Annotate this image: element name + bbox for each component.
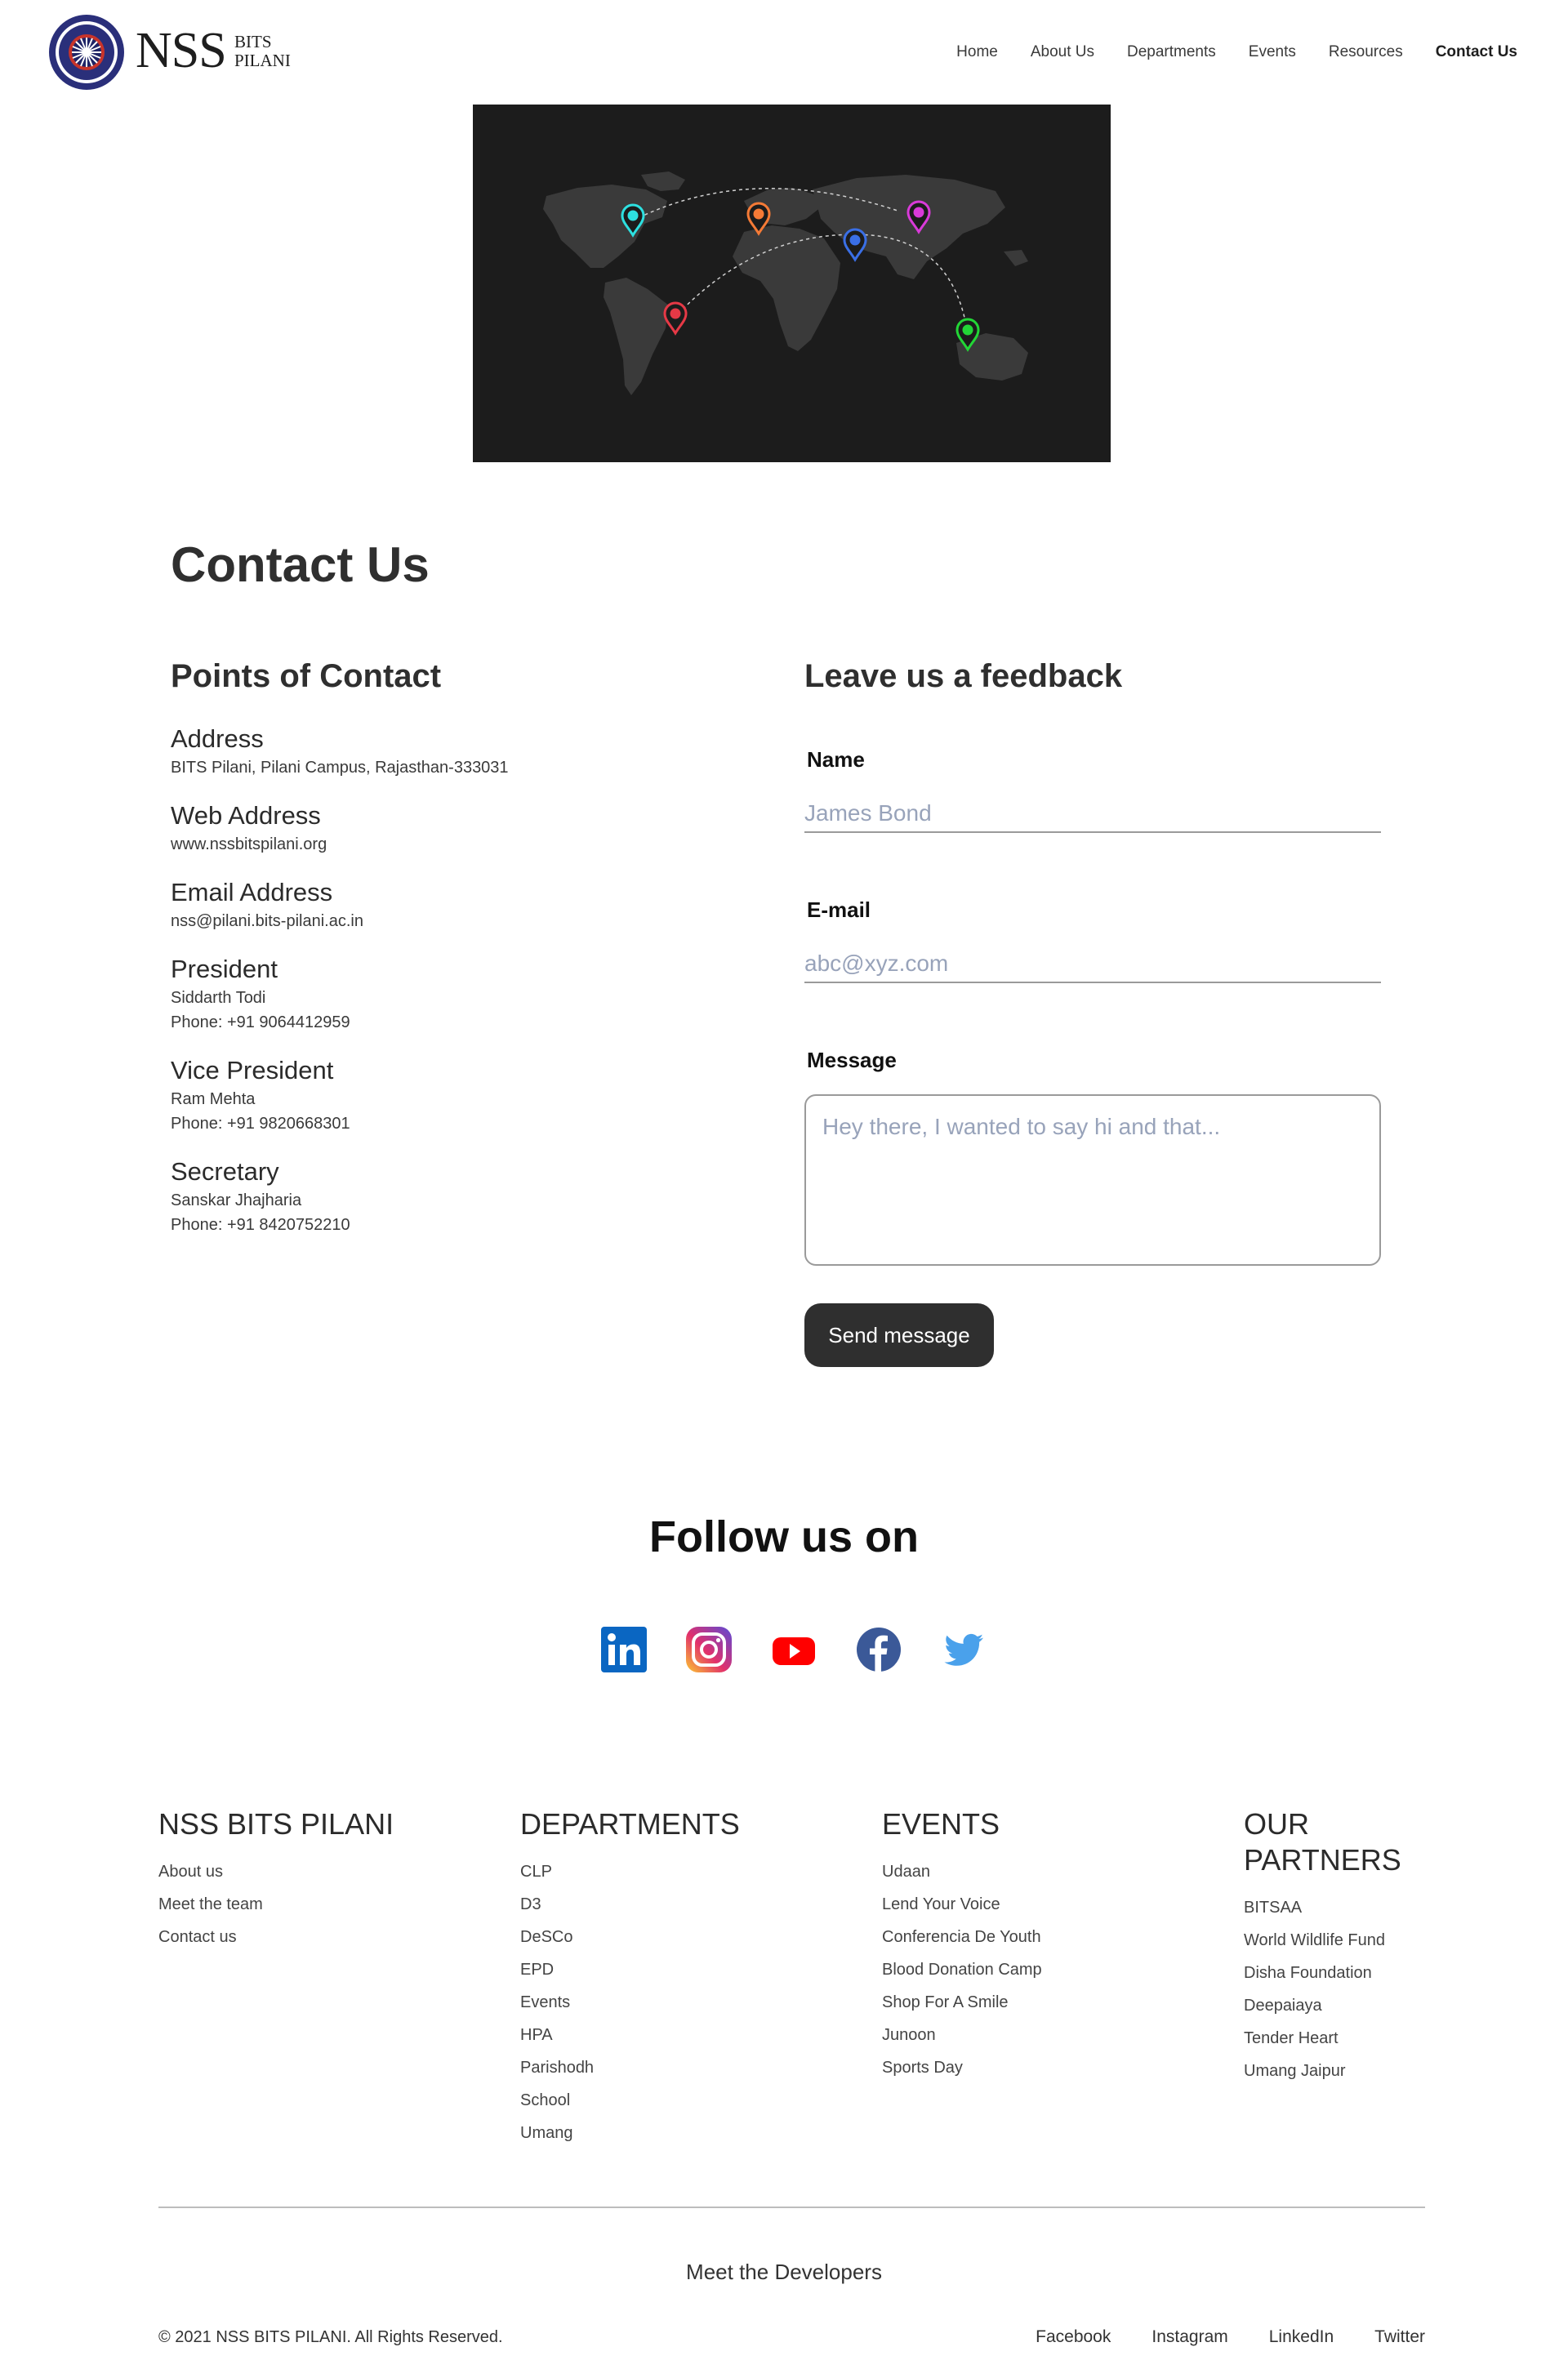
footer-column-title: OUR PARTNERS [1244,1807,1401,1877]
youtube-icon[interactable] [769,1625,818,1674]
poc-email-address: Email Address nss@pilani.bits-pilani.ac.… [171,876,693,933]
meet-the-developers-link[interactable]: Meet the Developers [0,2257,1568,2287]
footer-link[interactable]: Disha Foundation [1244,1957,1432,1989]
footer-column-nss: NSS BITS PILANI About us Meet the team C… [158,1806,469,1953]
poc-label: Web Address [171,801,321,830]
poc-label: President [171,955,278,983]
footer-column-title: NSS BITS PILANI [158,1807,394,1841]
name-field[interactable] [804,794,1381,833]
footer-instagram-link[interactable]: Instagram [1152,2325,1227,2349]
poc-value: BITS Pilani, Pilani Campus, Rajasthan-33… [171,759,509,777]
nav-contact-us[interactable]: Contact Us [1436,41,1517,64]
footer-link[interactable]: Sports Day [882,2051,1192,2084]
poc-web-address: Web Address www.nssbitspilani.org [171,799,693,857]
poc-secretary: Secretary Sanskar Jhajharia Phone: +91 8… [171,1156,693,1237]
copyright-text: © 2021 NSS BITS PILANI. All Rights Reser… [158,2328,503,2346]
poc-label: Email Address [171,878,333,906]
footer-link[interactable]: Events [520,1986,831,2019]
brand-name[interactable]: NSS [136,21,227,80]
poc-name: Siddarth Todi [171,989,266,1007]
footer-link[interactable]: Blood Donation Camp [882,1953,1192,1986]
poc-president: President Siddarth Todi Phone: +91 90644… [171,953,693,1035]
nss-emblem-logo[interactable] [47,13,126,91]
site-header: NSS BITS PILANI Home About Us Department… [0,0,1568,105]
poc-value[interactable]: www.nssbitspilani.org [171,832,693,857]
nav-about-us[interactable]: About Us [1031,41,1094,64]
footer-linkedin-link[interactable]: LinkedIn [1269,2325,1334,2349]
poc-value[interactable]: nss@pilani.bits-pilani.ac.in [171,909,693,933]
social-icons [599,1625,988,1674]
footer-link[interactable]: D3 [520,1888,831,1921]
page-title: Contact Us [171,537,430,592]
brand-subtitle-line-2: PILANI [234,51,291,70]
footer-link[interactable]: Umang [520,2117,831,2149]
twitter-icon[interactable] [939,1625,988,1674]
footer-column-events: EVENTS Udaan Lend Your Voice Conferencia… [882,1806,1192,2084]
name-label: Name [807,747,865,772]
footer-link[interactable]: BITSAA [1244,1891,1432,1924]
footer-link[interactable]: Umang Jaipur [1244,2055,1432,2087]
nav-departments[interactable]: Departments [1127,41,1216,64]
footer-link[interactable]: Tender Heart [1244,2022,1432,2055]
footer-column-title: DEPARTMENTS [520,1807,740,1841]
poc-vice-president: Vice President Ram Mehta Phone: +91 9820… [171,1054,693,1136]
feedback-title: Leave us a feedback [804,658,1123,694]
footer-link[interactable]: School [520,2084,831,2117]
poc-address: Address BITS Pilani, Pilani Campus, Raja… [171,723,693,780]
email-field[interactable] [804,944,1381,983]
main-nav: Home About Us Departments Events Resourc… [956,41,1517,64]
footer-link[interactable]: CLP [520,1855,831,1888]
footer-social-links: Facebook Instagram LinkedIn Twitter [1036,2325,1425,2349]
email-label: E-mail [807,897,871,922]
poc-label: Vice President [171,1056,334,1084]
follow-us-title: Follow us on [649,1512,919,1561]
brand-subtitle: BITS PILANI [234,33,291,70]
footer-link[interactable]: HPA [520,2019,831,2051]
footer-link[interactable]: Conferencia De Youth [882,1921,1192,1953]
footer-link[interactable]: Junoon [882,2019,1192,2051]
world-map-banner [473,105,1111,462]
message-label: Message [807,1048,897,1072]
footer-link[interactable]: Parishodh [520,2051,831,2084]
poc-label: Address [171,724,264,753]
points-of-contact-list: Address BITS Pilani, Pilani Campus, Raja… [171,723,693,1257]
footer-divider [158,2207,1425,2208]
footer-column-departments: DEPARTMENTS CLP D3 DeSCo EPD Events HPA … [520,1806,831,2149]
footer-link[interactable]: Lend Your Voice [882,1888,1192,1921]
footer-facebook-link[interactable]: Facebook [1036,2325,1111,2349]
footer-link[interactable]: Udaan [882,1855,1192,1888]
instagram-icon[interactable] [684,1625,733,1674]
nav-resources[interactable]: Resources [1329,41,1403,64]
footer-link[interactable]: About us [158,1855,469,1888]
poc-phone: Phone: +91 8420752210 [171,1216,350,1234]
poc-name: Ram Mehta [171,1090,256,1108]
message-field[interactable] [804,1094,1381,1266]
poc-phone: Phone: +91 9820668301 [171,1115,350,1133]
footer-link[interactable]: Meet the team [158,1888,469,1921]
footer-link[interactable]: Shop For A Smile [882,1986,1192,2019]
facebook-icon[interactable] [854,1625,903,1674]
poc-name: Sanskar Jhajharia [171,1191,302,1209]
nav-home[interactable]: Home [956,41,998,64]
footer-link[interactable]: EPD [520,1953,831,1986]
feedback-form: Name E-mail Message [804,743,1381,1266]
linkedin-icon[interactable] [599,1625,648,1674]
send-message-button[interactable]: Send message [804,1303,994,1367]
footer-link[interactable]: Contact us [158,1921,469,1953]
poc-phone: Phone: +91 9064412959 [171,1013,350,1031]
footer-twitter-link[interactable]: Twitter [1374,2325,1425,2349]
footer-column-partners: OUR PARTNERS BITSAA World Wildlife Fund … [1244,1806,1432,2087]
points-of-contact-title: Points of Contact [171,658,442,694]
footer-link[interactable]: Deepaiaya [1244,1989,1432,2022]
nav-events[interactable]: Events [1249,41,1296,64]
footer-link[interactable]: DeSCo [520,1921,831,1953]
poc-label: Secretary [171,1157,279,1186]
footer-column-title: EVENTS [882,1807,1000,1841]
brand-subtitle-line-1: BITS [234,32,272,51]
footer-link[interactable]: World Wildlife Fund [1244,1924,1432,1957]
